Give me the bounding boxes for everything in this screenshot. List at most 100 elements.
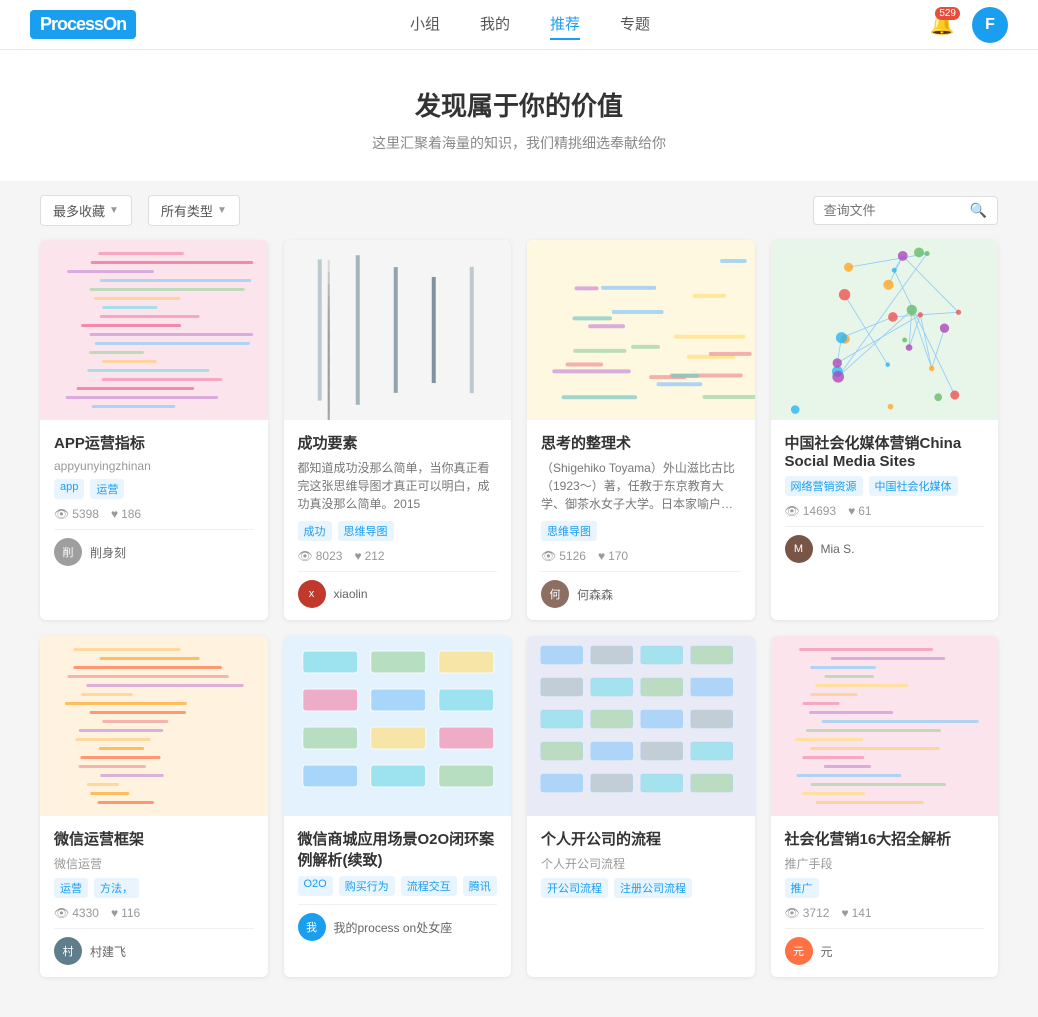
like-count: ♥ 212 bbox=[354, 549, 384, 563]
nav-item-group[interactable]: 小组 bbox=[410, 9, 440, 40]
heart-icon: ♥ bbox=[111, 906, 118, 920]
card-body: 中国社会化媒体营销China Social Media Sites 网络营销资源中… bbox=[771, 420, 999, 575]
view-count: 👁 3712 bbox=[785, 906, 830, 920]
nav-item-recommend[interactable]: 推荐 bbox=[550, 9, 580, 40]
tag[interactable]: 网络营销资源 bbox=[785, 476, 863, 496]
card-footer: xxiaolin bbox=[298, 571, 498, 608]
tag[interactable]: 运营 bbox=[90, 479, 124, 499]
tag[interactable]: 运营 bbox=[54, 878, 88, 898]
logo-box: ProcessOn bbox=[30, 10, 136, 39]
card-item[interactable]: 社会化营销16大招全解析推广手段推广👁 3712♥ 141元元 bbox=[771, 636, 999, 977]
notification-button[interactable]: 🔔 529 bbox=[924, 7, 960, 43]
card-stats: 👁 8023 ♥ 212 bbox=[298, 549, 498, 563]
tag[interactable]: 方法， bbox=[94, 878, 139, 898]
header: ProcessOn 小组 我的 推荐 专题 🔔 529 F bbox=[0, 0, 1038, 50]
card-item[interactable]: 微信运营框架微信运营运营方法，👁 4330♥ 116村村建飞 bbox=[40, 636, 268, 977]
tag[interactable]: 成功 bbox=[298, 521, 332, 541]
card-tags: 成功思维导图 bbox=[298, 521, 498, 541]
card-tags: O2O 购买行为流程交互腾讯 bbox=[298, 876, 498, 896]
hero-section: 发现属于你的价值 这里汇聚着海量的知识，我们精挑细选奉献给你 bbox=[0, 50, 1038, 181]
author-name: 何森森 bbox=[577, 586, 613, 603]
avatar-letter: F bbox=[985, 16, 995, 34]
author-avatar: 村 bbox=[54, 937, 82, 965]
card-title: 微信运营框架 bbox=[54, 828, 254, 849]
card-tags: 开公司流程注册公司流程 bbox=[541, 878, 741, 898]
card-title: 个人开公司的流程 bbox=[541, 828, 741, 849]
tag[interactable]: 注册公司流程 bbox=[614, 878, 692, 898]
avatar-button[interactable]: F bbox=[972, 7, 1008, 43]
card-desc: （Shigehiko Toyama）外山滋比古比（1923～）著，任教于东京教育… bbox=[541, 459, 741, 513]
card-title: 成功要素 bbox=[298, 432, 498, 453]
card-thumbnail bbox=[771, 240, 999, 420]
tag[interactable]: 购买行为 bbox=[339, 876, 395, 896]
card-footer: M Mia S. bbox=[785, 526, 985, 563]
nav-item-mine[interactable]: 我的 bbox=[480, 9, 510, 40]
view-count: 👁 8023 bbox=[298, 549, 343, 563]
sort-filter[interactable]: 最多收藏 ▼ bbox=[40, 195, 132, 226]
eye-icon: 👁 bbox=[54, 906, 69, 920]
card-footer: 削削身刻 bbox=[54, 529, 254, 566]
card-author: 个人开公司流程 bbox=[541, 855, 741, 872]
author-avatar: x bbox=[298, 580, 326, 608]
card-author: appyunyingzhinan bbox=[54, 459, 254, 473]
heart-icon: ♥ bbox=[841, 906, 848, 920]
card-body: 思考的整理术 （Shigehiko Toyama）外山滋比古比（1923～）著，任… bbox=[527, 420, 755, 620]
tag[interactable]: 思维导图 bbox=[338, 521, 394, 541]
card-thumbnail bbox=[771, 636, 999, 816]
card-thumbnail bbox=[40, 240, 268, 420]
card-title: 思考的整理术 bbox=[541, 432, 741, 453]
logo-on: On bbox=[103, 14, 126, 34]
filter-left: 最多收藏 ▼ 所有类型 ▼ bbox=[40, 195, 240, 226]
card-item[interactable]: 中国社会化媒体营销China Social Media Sites 网络营销资源中… bbox=[771, 240, 999, 620]
card-item[interactable]: 成功要素都知道成功没那么简单，当你真正看完这张思维导图才真正可以明白，成功真没那… bbox=[284, 240, 512, 620]
nav-item-topic[interactable]: 专题 bbox=[620, 9, 650, 40]
card-stats: 👁 5398♥ 186 bbox=[54, 507, 254, 521]
author-avatar: 何 bbox=[541, 580, 569, 608]
author-name: 削身刻 bbox=[90, 544, 126, 561]
search-input[interactable] bbox=[824, 203, 964, 218]
card-item[interactable]: APP运营指标appyunyingzhinanapp运营👁 5398♥ 186削… bbox=[40, 240, 268, 620]
search-icon[interactable]: 🔍 bbox=[970, 202, 987, 219]
type-chevron-icon: ▼ bbox=[217, 205, 227, 216]
like-count: ♥ 141 bbox=[841, 906, 871, 920]
eye-icon: 👁 bbox=[785, 906, 800, 920]
tag[interactable]: 流程交互 bbox=[401, 876, 457, 896]
view-count: 👁 14693 bbox=[785, 504, 837, 518]
card-stats: 👁 5126 ♥ 170 bbox=[541, 549, 741, 563]
heart-icon: ♥ bbox=[354, 549, 361, 563]
card-body: 微信商城应用场景O2O闭环案例解析(续致)O2O购买行为流程交互腾讯我我的pro… bbox=[284, 816, 512, 953]
card-body: 成功要素都知道成功没那么简单，当你真正看完这张思维导图才真正可以明白，成功真没那… bbox=[284, 420, 512, 620]
tag[interactable]: 中国社会化媒体 bbox=[869, 476, 958, 496]
tag[interactable]: 腾讯 bbox=[463, 876, 497, 896]
author-avatar: 我 bbox=[298, 913, 326, 941]
card-tags: 运营方法， bbox=[54, 878, 254, 898]
card-title: 社会化营销16大招全解析 bbox=[785, 828, 985, 849]
view-count: 👁 5126 bbox=[541, 549, 586, 563]
author-name: Mia S. bbox=[821, 542, 855, 556]
main-nav: 小组 我的 推荐 专题 bbox=[410, 9, 650, 40]
card-thumbnail bbox=[527, 636, 755, 816]
tag[interactable]: 开公司流程 bbox=[541, 878, 608, 898]
search-box: 🔍 bbox=[813, 196, 998, 225]
card-item[interactable]: 思考的整理术 （Shigehiko Toyama）外山滋比古比（1923～）著，任… bbox=[527, 240, 755, 620]
card-footer: 我我的process on处女座 bbox=[298, 904, 498, 941]
hero-subtitle: 这里汇聚着海量的知识，我们精挑细选奉献给你 bbox=[20, 133, 1018, 153]
card-item[interactable]: 微信商城应用场景O2O闭环案例解析(续致)O2O购买行为流程交互腾讯我我的pro… bbox=[284, 636, 512, 977]
logo[interactable]: ProcessOn bbox=[30, 10, 136, 39]
heart-icon: ♥ bbox=[848, 504, 855, 518]
card-stats: 👁 3712 ♥ 141 bbox=[785, 906, 985, 920]
card-item[interactable]: 个人开公司的流程个人开公司流程开公司流程注册公司流程 bbox=[527, 636, 755, 977]
card-tags: 网络营销资源中国社会化媒体 bbox=[785, 476, 985, 496]
tag[interactable]: 推广 bbox=[785, 878, 819, 898]
author-name: 村建飞 bbox=[90, 943, 126, 960]
tag[interactable]: 思维导图 bbox=[541, 521, 597, 541]
type-filter[interactable]: 所有类型 ▼ bbox=[148, 195, 240, 226]
tag[interactable]: O2O bbox=[298, 876, 333, 896]
sort-chevron-icon: ▼ bbox=[109, 205, 119, 216]
tag[interactable]: app bbox=[54, 479, 84, 499]
like-count: ♥ 170 bbox=[598, 549, 628, 563]
card-tags: 思维导图 bbox=[541, 521, 741, 541]
author-avatar: M bbox=[785, 535, 813, 563]
card-footer: 元元 bbox=[785, 928, 985, 965]
card-title: 中国社会化媒体营销China Social Media Sites bbox=[785, 432, 985, 470]
